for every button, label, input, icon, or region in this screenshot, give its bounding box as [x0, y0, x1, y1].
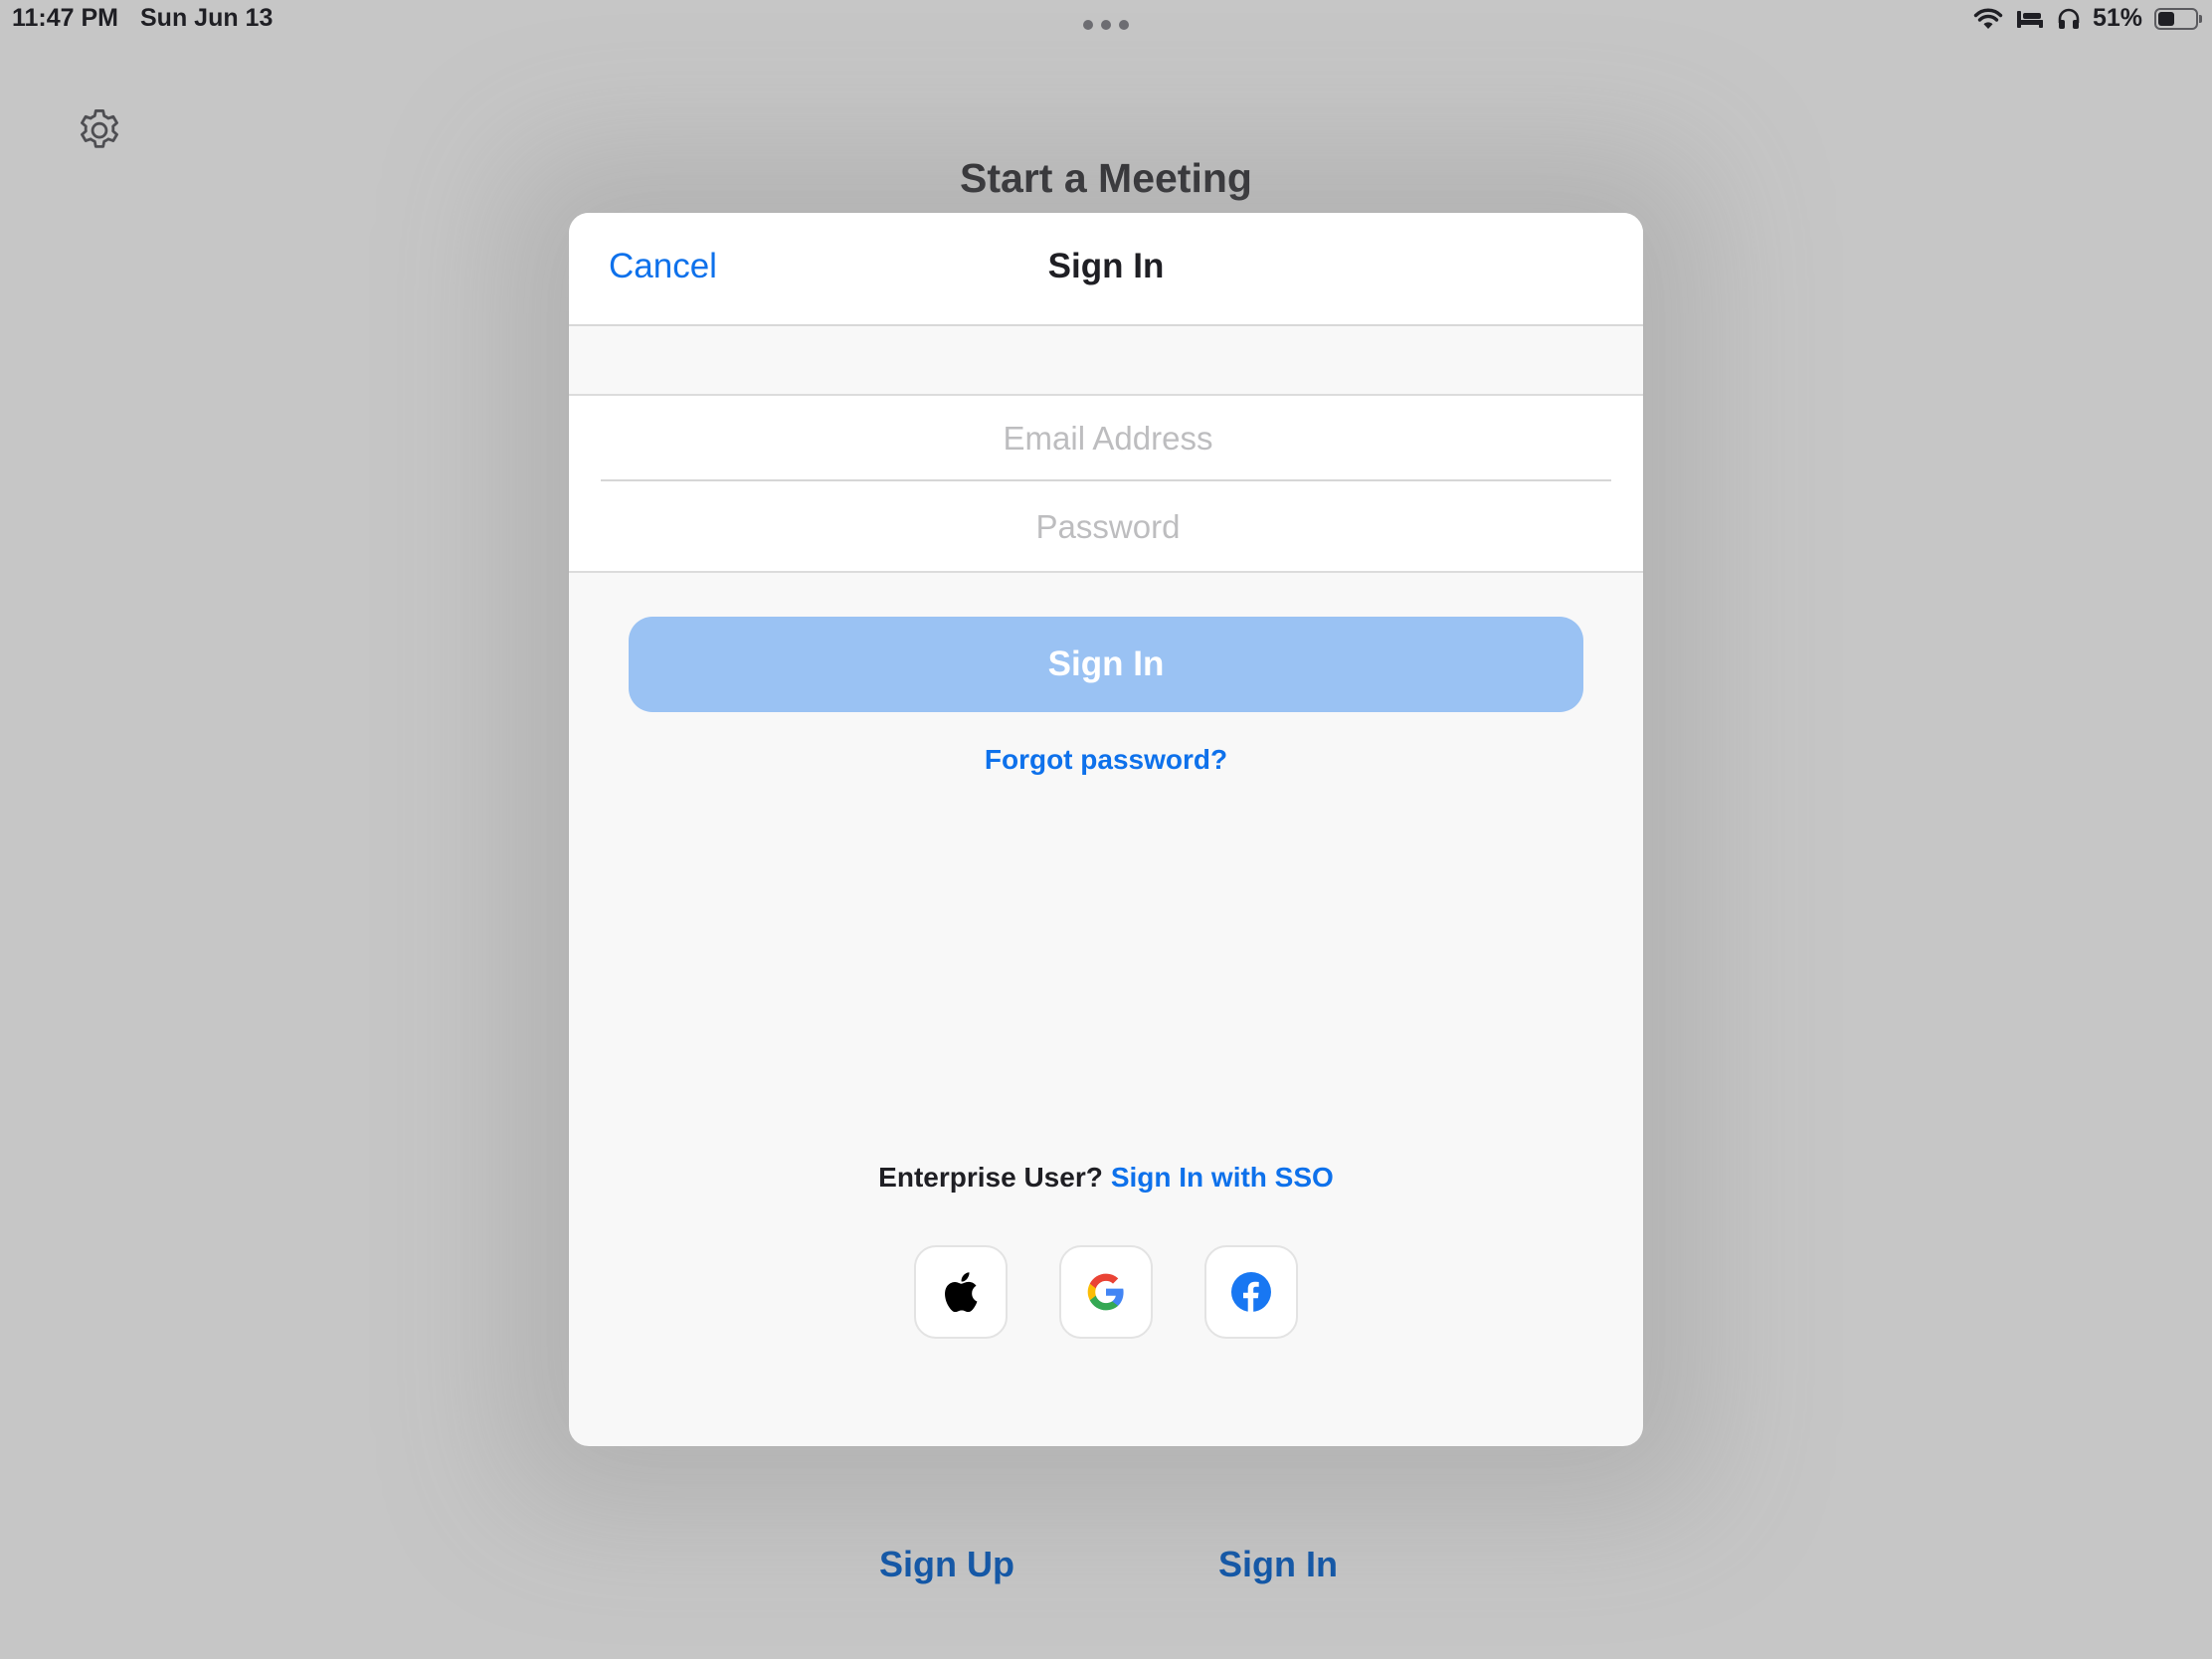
password-field-row — [601, 483, 1615, 571]
sign-in-button[interactable]: Sign In — [629, 617, 1583, 712]
enterprise-label: Enterprise User? — [878, 1162, 1103, 1193]
facebook-icon — [1231, 1272, 1271, 1312]
social-sign-in — [569, 1245, 1643, 1339]
enterprise-row: Enterprise User? Sign In with SSO — [569, 1162, 1643, 1194]
password-field[interactable] — [601, 483, 1615, 571]
gear-icon — [81, 109, 118, 148]
facebook-sign-in-button[interactable] — [1204, 1245, 1298, 1339]
google-sign-in-button[interactable] — [1059, 1245, 1153, 1339]
status-date: Sun Jun 13 — [140, 4, 274, 32]
status-indicators: 51% — [1973, 4, 2202, 33]
modal-title: Sign In — [1047, 247, 1165, 285]
bed-icon — [2016, 10, 2043, 28]
page-title: Start a Meeting — [960, 155, 1252, 201]
status-bar: 11:47 PM Sun Jun 13 51% — [0, 0, 2212, 42]
battery-icon — [2154, 7, 2202, 30]
sign-in-modal: Cancel Sign In Sign In Forgot password? … — [569, 213, 1643, 1446]
settings-button[interactable] — [74, 105, 125, 157]
multitasking-dots-icon[interactable] — [1083, 20, 1129, 30]
battery-percentage: 51% — [2092, 4, 2142, 32]
headphones-icon — [2058, 8, 2080, 29]
credentials-form — [569, 394, 1643, 573]
email-field[interactable] — [601, 396, 1615, 481]
sign-in-link[interactable]: Sign In — [1218, 1544, 1338, 1585]
email-field-row — [601, 396, 1615, 481]
apple-icon — [945, 1272, 978, 1312]
wifi-icon — [1973, 8, 2003, 29]
modal-header: Cancel Sign In — [569, 213, 1643, 326]
forgot-password-link[interactable]: Forgot password? — [569, 744, 1643, 776]
google-icon — [1087, 1273, 1124, 1311]
apple-sign-in-button[interactable] — [914, 1245, 1008, 1339]
sso-link[interactable]: Sign In with SSO — [1111, 1162, 1334, 1193]
status-time: 11:47 PM — [12, 4, 119, 32]
sign-up-link[interactable]: Sign Up — [879, 1544, 1014, 1585]
